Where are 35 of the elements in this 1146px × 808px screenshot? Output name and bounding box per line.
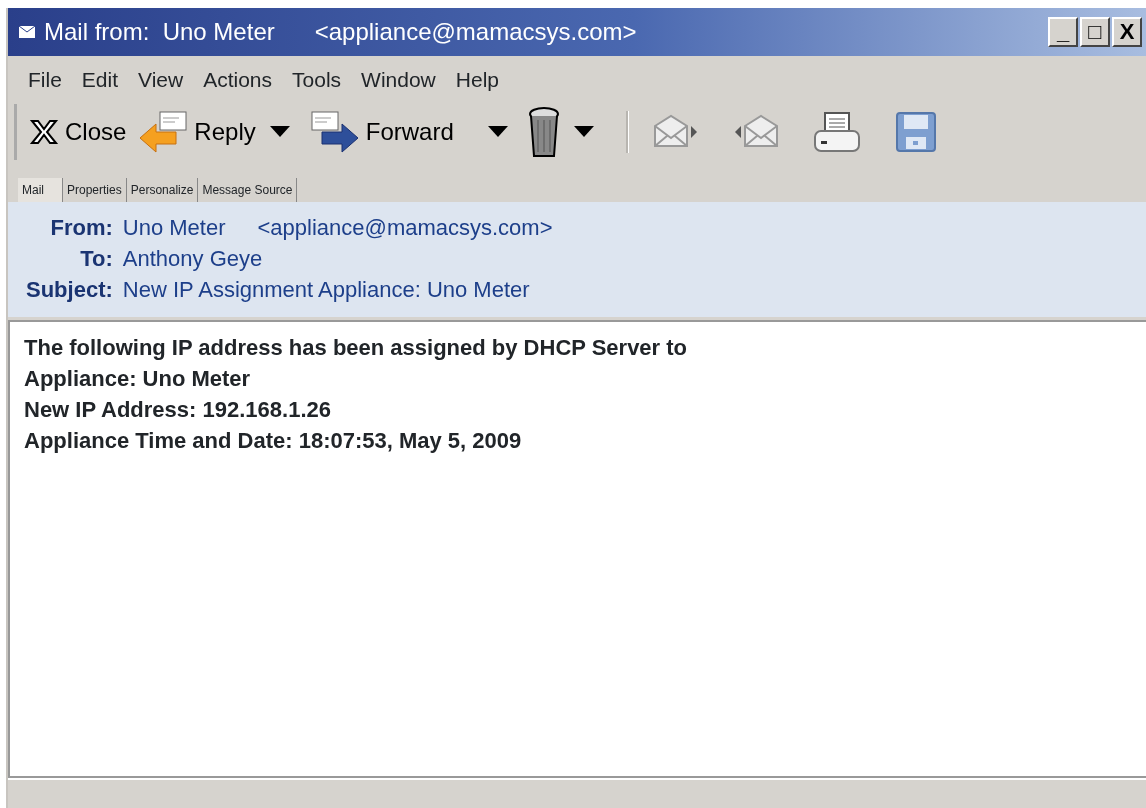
header-label: From: <box>49 213 113 242</box>
menu-item[interactable]: Edit <box>71 60 129 100</box>
maximize-button[interactable]: □ <box>1080 17 1110 47</box>
tab[interactable]: Mail <box>18 177 63 202</box>
dropdown-caret-icon[interactable] <box>487 126 508 137</box>
menu-item[interactable]: Window <box>351 60 446 100</box>
menu-item[interactable]: Help <box>445 60 509 100</box>
close-button[interactable]: X <box>1112 17 1142 47</box>
reply-button[interactable]: Reply <box>132 109 262 154</box>
header-value: Uno Meter <box>122 213 226 242</box>
mail-icon <box>18 23 36 41</box>
close-button[interactable]: Close <box>23 113 133 150</box>
header-value: Anthony Geye <box>122 244 263 273</box>
forward-button[interactable]: Forward <box>303 109 460 154</box>
dropdown-caret-icon[interactable] <box>573 126 594 137</box>
message-line: New IP Address: 192.168.1.26 <box>24 395 332 424</box>
envelope-arrow-icon <box>309 109 360 154</box>
email-address: <appliance@mamacsys.com> <box>256 213 553 242</box>
window-title: Mail from: Uno Meter <appliance@mamacsys.com> <box>44 17 638 47</box>
message-line: Appliance Time and Date: 18:07:53, May 5, 2009 <box>24 426 523 455</box>
menu-item[interactable]: File <box>18 60 72 100</box>
menu-item[interactable]: Actions <box>193 60 283 100</box>
header-label: Subject: <box>26 275 113 304</box>
menu-item[interactable]: Tools <box>282 60 352 100</box>
header-value: New IP Assignment Appliance: Uno Meter <box>122 275 530 304</box>
dropdown-caret-icon[interactable] <box>269 126 290 137</box>
menu-item[interactable]: View <box>128 60 194 100</box>
envelope-arrow-icon <box>138 109 189 154</box>
message-line: The following IP address has been assigned by DHCP Server to <box>24 333 689 362</box>
envelope-icon[interactable] <box>652 113 699 150</box>
header-label: To: <box>79 244 113 273</box>
trash-can-icon[interactable] <box>527 105 560 158</box>
printer-icon[interactable] <box>812 110 861 153</box>
minimize-button[interactable]: _ <box>1048 17 1078 47</box>
message-line: Appliance: Uno Meter <box>24 364 252 393</box>
